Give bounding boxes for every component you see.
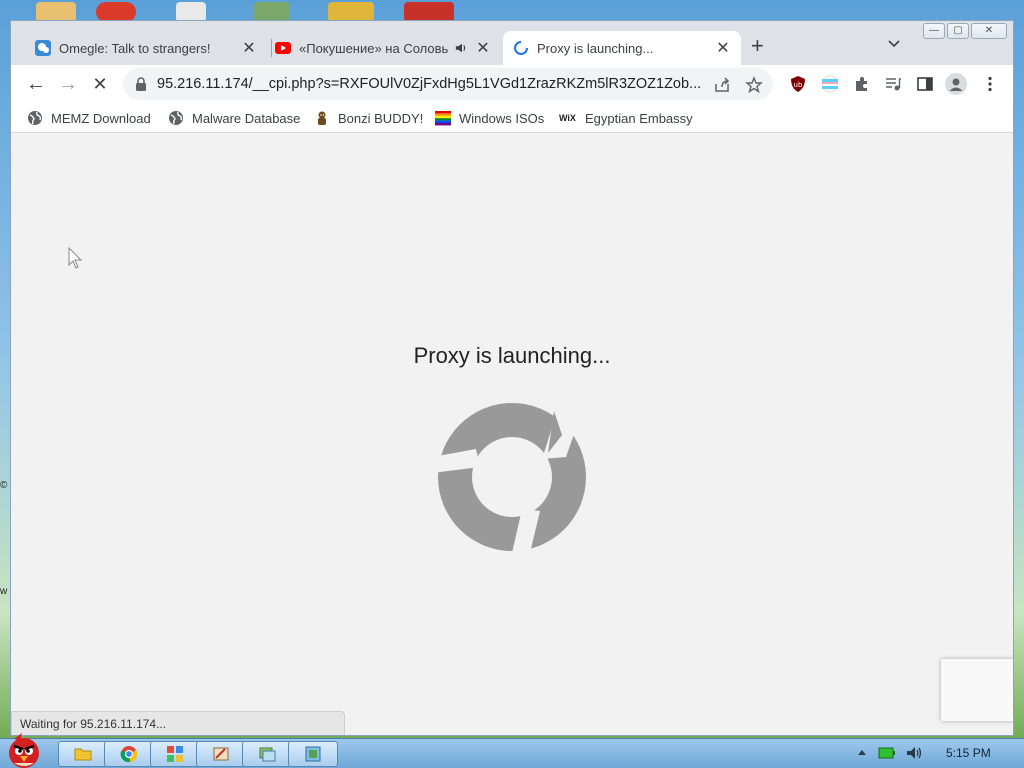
ublock-origin-icon[interactable]: ub	[789, 75, 807, 93]
tab-title: «Покушение» на Соловь	[299, 40, 449, 56]
grid-app-icon	[167, 746, 183, 762]
globe-icon	[28, 111, 42, 125]
desktop-icon[interactable]	[176, 2, 206, 22]
svg-text:ub: ub	[794, 81, 803, 89]
tab-strip: Omegle: Talk to strangers! ✕ «Покушение»…	[11, 21, 1013, 65]
photos-app-icon	[259, 747, 276, 762]
extensions-puzzle-icon[interactable]	[853, 75, 871, 93]
taskbar-clock[interactable]: 5:15 PM	[946, 746, 991, 760]
close-tab-icon[interactable]: ✕	[241, 38, 257, 58]
speaker-icon[interactable]	[455, 41, 469, 55]
window-app-icon	[305, 746, 321, 762]
desktop-icon[interactable]	[328, 2, 374, 22]
taskbar: 5:15 PM	[0, 733, 1024, 768]
angry-bird-start-icon[interactable]	[2, 729, 46, 768]
tab-youtube[interactable]: «Покушение» на Соловь ✕	[265, 31, 501, 65]
mouse-cursor-icon	[68, 247, 83, 269]
new-tab-button[interactable]: +	[751, 35, 764, 57]
close-tab-icon[interactable]: ✕	[715, 38, 731, 58]
tab-omegle[interactable]: Omegle: Talk to strangers! ✕	[25, 31, 267, 65]
bookmark-label: Windows ISOs	[459, 110, 545, 126]
recaptcha-badge[interactable]	[941, 659, 1013, 721]
bookmark-malware-database[interactable]: Malware Database	[168, 108, 300, 128]
volume-icon[interactable]	[906, 745, 924, 761]
close-window-button[interactable]: ✕	[971, 23, 1007, 39]
chrome-icon	[120, 746, 138, 763]
side-panel-icon[interactable]	[916, 75, 934, 93]
toolbar: ← → ✕ 95.216.11.174/__cpi.php?s=RXFOUlV0…	[11, 65, 1013, 103]
bookmark-label: Egyptian Embassy	[585, 110, 693, 126]
lock-icon[interactable]	[135, 77, 147, 91]
loading-ring-icon	[438, 403, 586, 551]
share-icon[interactable]	[713, 76, 731, 94]
page-content: Proxy is launching...	[11, 133, 1013, 735]
stop-loading-button[interactable]: ✕	[87, 71, 113, 97]
status-bar: Waiting for 95.216.11.174...	[11, 711, 345, 735]
profile-avatar-icon[interactable]	[945, 73, 967, 95]
rainbow-flag-icon	[435, 111, 451, 126]
window-controls: — ▢ ✕	[923, 23, 1007, 39]
tab-search-button[interactable]	[887, 37, 901, 54]
more-menu-icon[interactable]	[981, 75, 999, 93]
bookmark-memz-download[interactable]: MEMZ Download	[27, 108, 151, 128]
taskbar-explorer[interactable]	[58, 741, 108, 767]
taskbar-app-5[interactable]	[242, 741, 292, 767]
browser-window: Omegle: Talk to strangers! ✕ «Покушение»…	[10, 20, 1014, 736]
close-tab-icon[interactable]: ✕	[475, 38, 491, 58]
bookmark-egyptian-embassy[interactable]: WiX Egyptian Embassy	[559, 108, 693, 128]
extension-flag-icon[interactable]	[821, 75, 839, 93]
desktop-icon[interactable]	[254, 2, 290, 22]
battery-icon[interactable]	[878, 746, 896, 760]
bookmark-label: Bonzi BUDDY!	[338, 110, 424, 126]
folder-icon	[74, 748, 92, 761]
media-control-icon[interactable]	[884, 75, 902, 93]
desktop-edge-glyph: w	[0, 586, 8, 597]
omegle-icon	[35, 40, 51, 56]
url-text[interactable]: 95.216.11.174/__cpi.php?s=RXFOUlV0ZjFxdH…	[157, 76, 702, 92]
minimize-button[interactable]: —	[923, 23, 945, 39]
taskbar-chrome[interactable]	[104, 741, 154, 767]
tab-title: Omegle: Talk to strangers!	[59, 40, 211, 56]
back-button[interactable]: ←	[23, 71, 49, 97]
bookmark-label: MEMZ Download	[51, 110, 151, 126]
desktop-icon[interactable]	[36, 2, 76, 22]
chevron-down-icon	[888, 40, 900, 48]
youtube-icon	[275, 42, 291, 54]
chevron-up-icon[interactable]	[856, 747, 868, 759]
desktop-icon[interactable]	[404, 2, 454, 22]
tab-proxy-launching[interactable]: Proxy is launching... ✕	[503, 31, 741, 65]
system-tray	[856, 745, 924, 761]
bonzi-icon	[318, 111, 326, 125]
page-heading: Proxy is launching...	[413, 343, 611, 368]
loading-spinner-icon	[514, 41, 528, 55]
desktop-icon[interactable]	[96, 2, 136, 22]
bookmark-star-icon[interactable]	[745, 76, 763, 94]
bookmarks-bar: MEMZ Download Malware Database Bonzi BUD…	[11, 103, 1013, 133]
globe-icon	[169, 111, 183, 125]
bookmark-windows-isos[interactable]: Windows ISOs	[435, 108, 544, 128]
forward-button[interactable]: →	[55, 71, 81, 97]
taskbar-app-3[interactable]	[150, 741, 200, 767]
maximize-button[interactable]: ▢	[947, 23, 969, 39]
address-bar[interactable]: 95.216.11.174/__cpi.php?s=RXFOUlV0ZjFxdH…	[123, 68, 773, 100]
wix-icon: WiX	[559, 113, 576, 123]
paint-app-icon	[213, 747, 229, 761]
desktop-edge-glyph: ©	[0, 480, 8, 491]
tab-title: Proxy is launching...	[537, 40, 654, 56]
taskbar-app-4[interactable]	[196, 741, 246, 767]
bookmark-label: Malware Database	[192, 110, 301, 126]
taskbar-app-6[interactable]	[288, 741, 338, 767]
bookmark-bonzi-buddy[interactable]: Bonzi BUDDY!	[314, 108, 423, 128]
